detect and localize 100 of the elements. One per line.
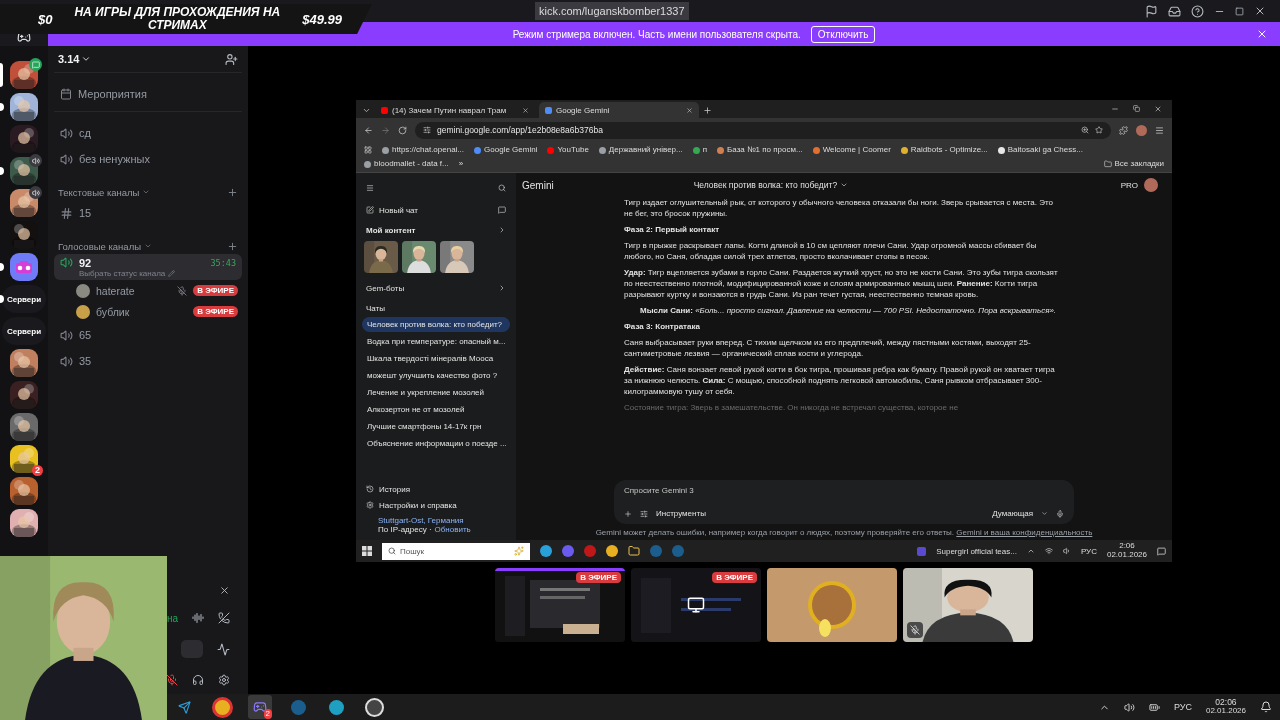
app-icon[interactable]: [364, 697, 384, 717]
events-link[interactable]: Мероприятия: [78, 88, 147, 100]
profile-avatar[interactable]: [1136, 124, 1147, 136]
tray-icon[interactable]: [1026, 547, 1035, 555]
mode-selector[interactable]: Думающая: [992, 509, 1033, 518]
location-link[interactable]: Stuttgart-Ost, Германия: [378, 516, 510, 525]
notifications-icon[interactable]: [1260, 701, 1272, 713]
chat-item[interactable]: Лучшие смартфоны 14-17к грн: [362, 419, 510, 434]
help-icon[interactable]: [1191, 4, 1204, 18]
language-indicator[interactable]: РУС: [1080, 546, 1097, 556]
soundwave-icon[interactable]: [192, 612, 204, 624]
search-field[interactable]: Пошук: [382, 542, 530, 560]
flag-icon[interactable]: [1145, 4, 1158, 18]
zoom-icon[interactable]: [1081, 126, 1089, 134]
update-link[interactable]: Обновить: [434, 525, 471, 534]
profile-avatar[interactable]: [1144, 178, 1158, 192]
my-content-heading[interactable]: Мой контент: [366, 225, 416, 235]
category-label[interactable]: Текстовые каналы: [58, 186, 140, 198]
bookmark-link[interactable]: Raidbots - Optimize...: [900, 144, 988, 156]
chevron-icon[interactable]: [840, 181, 849, 189]
bookmark-link[interactable]: YouTube: [547, 144, 589, 156]
media-title[interactable]: Supergirl official teas...: [936, 546, 1017, 556]
chat-item[interactable]: можешт улучшить качество фото ?: [362, 368, 510, 383]
privacy-link[interactable]: Gemini и ваша конфиденциальность: [956, 528, 1093, 537]
disable-button[interactable]: Отключить: [810, 25, 876, 43]
tools-icon[interactable]: [640, 509, 648, 518]
bookmark-link[interactable]: База №1 по просм...: [717, 144, 803, 156]
restore-icon[interactable]: [1133, 105, 1140, 112]
gems-link[interactable]: Gem-боты: [366, 283, 405, 293]
bookmark-link[interactable]: bloodmallet - data f...: [364, 158, 449, 170]
browser-icon[interactable]: [606, 545, 618, 557]
network-icon[interactable]: [1044, 547, 1053, 555]
back-icon[interactable]: [364, 125, 373, 135]
chat-item[interactable]: Человек против волка: кто победит?: [362, 317, 510, 332]
add-icon[interactable]: [624, 509, 632, 518]
add-icon[interactable]: [227, 240, 238, 252]
menu-icon[interactable]: [366, 184, 374, 192]
reload-icon[interactable]: [398, 125, 407, 135]
address-field[interactable]: gemini.google.com/app/1e2b08e8a6b376ba: [415, 121, 1111, 139]
browser-tab[interactable]: (14) Зачем Путин наврал Трам: [375, 102, 535, 118]
server-folder[interactable]: Сервери: [2, 285, 46, 313]
chat-item[interactable]: Шкала твердості мінералів Мооса: [362, 351, 510, 366]
close-icon[interactable]: [219, 585, 230, 596]
category-label[interactable]: Голосовые каналы: [58, 240, 141, 252]
channel-item[interactable]: 15: [54, 200, 242, 226]
new-tab-icon[interactable]: [703, 106, 712, 115]
all-bookmarks-link[interactable]: Все закладки: [1103, 158, 1164, 170]
prompt-field[interactable]: Спросите Gemini 3 Инструменты Думающая: [614, 480, 1074, 524]
browser-tab[interactable]: Google Gemini: [539, 102, 699, 118]
battery-icon[interactable]: [1148, 701, 1160, 713]
add-icon[interactable]: [227, 186, 238, 198]
tab-list-icon[interactable]: [362, 106, 371, 115]
chat-item[interactable]: Водка при температуре: опасный м...: [362, 334, 510, 349]
extensions-icon[interactable]: [1119, 125, 1128, 135]
folder-icon[interactable]: [628, 545, 640, 557]
app-icon[interactable]: [540, 545, 552, 557]
channel-item[interactable]: 65: [54, 322, 242, 348]
history-link[interactable]: История: [379, 484, 506, 494]
chat-title[interactable]: Человек против волка: кто победит?: [693, 180, 838, 190]
channel-item[interactable]: без ненужных: [54, 146, 242, 172]
search-icon[interactable]: [498, 184, 506, 192]
close-icon[interactable]: [1256, 28, 1268, 40]
tools-button[interactable]: Инструменты: [656, 509, 706, 518]
bookmark-link[interactable]: Google Gemini: [474, 144, 538, 156]
inbox-icon[interactable]: [1168, 4, 1181, 18]
channel-item[interactable]: 35: [54, 348, 242, 374]
chevron-icon[interactable]: [1041, 510, 1048, 517]
apps-icon[interactable]: [364, 146, 372, 154]
chat-item[interactable]: Лечение и укрепление мозолей: [362, 385, 510, 400]
bookmark-link[interactable]: Державний універ...: [598, 144, 683, 156]
chevron-icon[interactable]: [498, 284, 506, 292]
site-settings-icon[interactable]: [423, 126, 431, 134]
bookmark-link[interactable]: Welcome | Coomer: [812, 144, 891, 156]
bookmark-link[interactable]: https://chat.openai...: [382, 144, 465, 156]
language-indicator[interactable]: РУС: [1173, 702, 1192, 712]
muted-mic-icon[interactable]: [166, 674, 178, 686]
invite-icon[interactable]: [225, 52, 238, 66]
bookmark-link[interactable]: п: [692, 144, 708, 156]
chat-item[interactable]: Объяснение информации о поезде ...: [362, 436, 510, 451]
menu-icon[interactable]: [1155, 125, 1164, 135]
maximize-icon[interactable]: [1235, 6, 1244, 16]
bookmark-star-icon[interactable]: [1095, 126, 1103, 134]
mic-icon[interactable]: [1056, 509, 1064, 518]
windows-logo-icon[interactable]: [362, 546, 372, 556]
server-name[interactable]: 3.14: [58, 53, 92, 65]
browser-icon[interactable]: [211, 696, 233, 718]
temporary-chat-icon[interactable]: [498, 206, 506, 214]
new-chat-button[interactable]: Новый чат: [379, 205, 493, 215]
gamepad-icon[interactable]: [253, 700, 267, 714]
member-name[interactable]: бублик: [96, 305, 188, 318]
close-icon[interactable]: [522, 106, 529, 114]
settings-link[interactable]: Настройки и справка: [379, 500, 506, 510]
app-icon[interactable]: [328, 699, 344, 715]
channel-item[interactable]: сд: [54, 120, 242, 146]
channel-item[interactable]: 92 35:43 Выбрать статус канала: [54, 254, 242, 280]
paper-plane-icon[interactable]: [177, 700, 191, 714]
chat-item[interactable]: Алкозертон не от мозолей: [362, 402, 510, 417]
close-icon[interactable]: [686, 106, 693, 114]
chevron-icon[interactable]: [81, 54, 92, 64]
volume-icon[interactable]: [1062, 547, 1071, 555]
